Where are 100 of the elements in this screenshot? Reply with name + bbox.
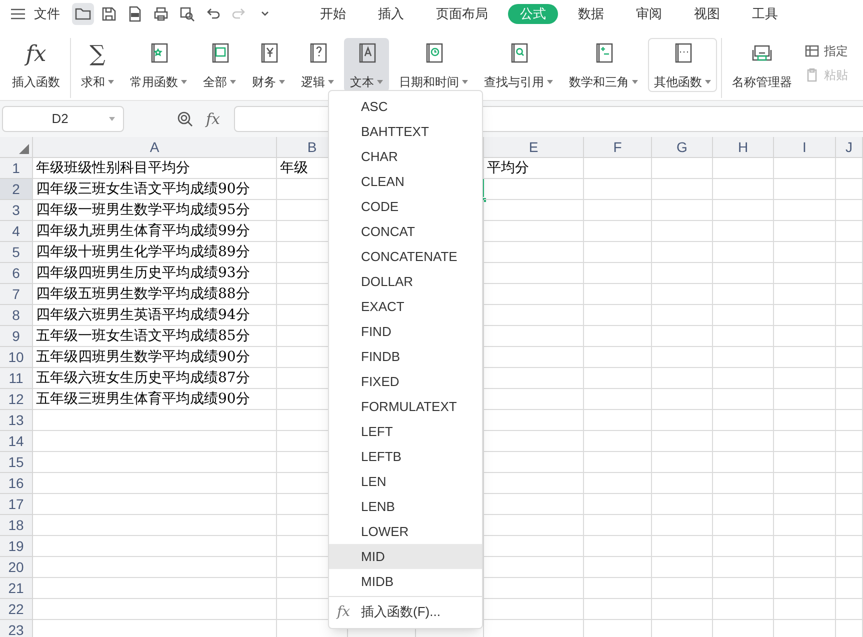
table-cell bbox=[774, 158, 836, 179]
table-cell bbox=[584, 452, 652, 473]
row-header[interactable]: 20 bbox=[0, 557, 33, 578]
table-cell bbox=[584, 347, 652, 368]
row-header[interactable]: 16 bbox=[0, 473, 33, 494]
menu-item[interactable]: CONCATENATE bbox=[329, 244, 482, 269]
zoom-icon[interactable] bbox=[176, 110, 194, 128]
function-icon: fx bbox=[337, 602, 361, 622]
row-header[interactable]: 2 bbox=[0, 179, 33, 200]
menu-item[interactable]: CODE bbox=[329, 194, 482, 219]
ribbon-button[interactable]: 文本 bbox=[344, 38, 389, 92]
table-cell bbox=[652, 389, 713, 410]
table-cell bbox=[584, 536, 652, 557]
table-cell bbox=[836, 221, 863, 242]
row-header[interactable]: 8 bbox=[0, 305, 33, 326]
table-cell bbox=[584, 284, 652, 305]
ribbon-small-button[interactable]: 指定 bbox=[804, 42, 848, 60]
table-cell bbox=[584, 242, 652, 263]
function-icon[interactable]: fx bbox=[206, 108, 220, 130]
column-header[interactable]: E bbox=[484, 137, 584, 158]
column-header[interactable]: J bbox=[836, 137, 863, 158]
menu-tab[interactable]: 页面布局 bbox=[424, 4, 500, 24]
table-cell: 四年级四班男生历史平均成绩93分 bbox=[33, 263, 277, 284]
ribbon-button[interactable]: ∑ 求和 bbox=[75, 38, 120, 92]
ribbon-button[interactable]: 全部 bbox=[197, 38, 242, 92]
menu-item[interactable]: LEFT bbox=[329, 419, 482, 444]
row-header[interactable]: 12 bbox=[0, 389, 33, 410]
menu-item[interactable]: FORMULATEXT bbox=[329, 394, 482, 419]
menu-item[interactable]: DOLLAR bbox=[329, 269, 482, 294]
ribbon-button[interactable]: 其他函数 bbox=[648, 38, 717, 92]
column-header[interactable]: F bbox=[584, 137, 652, 158]
row-header[interactable]: 13 bbox=[0, 410, 33, 431]
file-menu[interactable]: 文件 bbox=[34, 4, 60, 24]
column-header[interactable]: G bbox=[652, 137, 713, 158]
menu-tab[interactable]: 开始 bbox=[308, 4, 358, 24]
menu-item[interactable]: LOWER bbox=[329, 519, 482, 544]
row-header[interactable]: 9 bbox=[0, 326, 33, 347]
column-header[interactable]: H bbox=[713, 137, 774, 158]
ribbon-button[interactable]: 查找与引用 bbox=[478, 38, 559, 92]
menu-item[interactable]: ASC bbox=[329, 94, 482, 119]
ribbon-button[interactable]: 财务 bbox=[246, 38, 291, 92]
name-box[interactable]: D2 bbox=[2, 106, 124, 132]
menu-tab[interactable]: 数据 bbox=[566, 4, 616, 24]
table-cell bbox=[774, 536, 836, 557]
table-cell bbox=[584, 431, 652, 452]
menu-item[interactable]: FINDB bbox=[329, 344, 482, 369]
sheet-corner[interactable] bbox=[0, 137, 33, 158]
menu-item[interactable]: FIXED bbox=[329, 369, 482, 394]
column-header[interactable]: A bbox=[33, 137, 277, 158]
menu-item[interactable]: LEN bbox=[329, 469, 482, 494]
row-header[interactable]: 17 bbox=[0, 494, 33, 515]
folder-icon[interactable] bbox=[72, 3, 94, 25]
table-cell bbox=[584, 200, 652, 221]
menu-item[interactable]: FIND bbox=[329, 319, 482, 344]
ribbon-button[interactable]: fx 插入函数 bbox=[6, 38, 66, 92]
table-cell bbox=[713, 431, 774, 452]
row-header[interactable]: 10 bbox=[0, 347, 33, 368]
table-cell bbox=[836, 494, 863, 515]
table-cell bbox=[652, 515, 713, 536]
table-cell bbox=[774, 347, 836, 368]
column-header[interactable]: I bbox=[774, 137, 836, 158]
menu-tab[interactable]: 插入 bbox=[366, 4, 416, 24]
row-header[interactable]: 23 bbox=[0, 620, 33, 637]
table-cell bbox=[774, 578, 836, 599]
row-header[interactable]: 7 bbox=[0, 284, 33, 305]
row-header[interactable]: 21 bbox=[0, 578, 33, 599]
function-icon: ∑ bbox=[90, 42, 106, 68]
menu-tab[interactable]: 视图 bbox=[682, 4, 732, 24]
row-header[interactable]: 15 bbox=[0, 452, 33, 473]
menu-item[interactable]: MID bbox=[329, 544, 482, 569]
row-header[interactable]: 4 bbox=[0, 221, 33, 242]
menu-tab[interactable]: 工具 bbox=[740, 4, 790, 24]
row-header[interactable]: 1 bbox=[0, 158, 33, 179]
menu-item[interactable]: EXACT bbox=[329, 294, 482, 319]
row-header[interactable]: 6 bbox=[0, 263, 33, 284]
table-cell bbox=[774, 431, 836, 452]
menu-item[interactable]: 插入函数(F)... bbox=[361, 602, 440, 622]
menu-item[interactable]: LEFTB bbox=[329, 444, 482, 469]
menu-icon[interactable] bbox=[10, 8, 26, 20]
table-cell bbox=[652, 200, 713, 221]
row-header[interactable]: 19 bbox=[0, 536, 33, 557]
row-header[interactable]: 14 bbox=[0, 431, 33, 452]
ribbon-button[interactable]: 名称管理器 bbox=[726, 38, 798, 92]
table-cell bbox=[774, 179, 836, 200]
row-header[interactable]: 5 bbox=[0, 242, 33, 263]
menu-tab[interactable]: 审阅 bbox=[624, 4, 674, 24]
select-all-icon[interactable] bbox=[19, 144, 29, 154]
table-icon[interactable] bbox=[804, 43, 820, 59]
row-header[interactable]: 11 bbox=[0, 368, 33, 389]
ribbon-button[interactable]: 常用函数 bbox=[124, 38, 193, 92]
table-cell bbox=[584, 326, 652, 347]
table-cell bbox=[652, 326, 713, 347]
ribbon-button[interactable]: 数学和三角 bbox=[563, 38, 644, 92]
row-header[interactable]: 3 bbox=[0, 200, 33, 221]
row-header[interactable]: 18 bbox=[0, 515, 33, 536]
menu-item[interactable]: LENB bbox=[329, 494, 482, 519]
menu-item[interactable]: MIDB bbox=[329, 569, 482, 594]
row-header[interactable]: 22 bbox=[0, 599, 33, 620]
menu-item[interactable]: CONCAT bbox=[329, 219, 482, 244]
table-cell: 五年级三班男生体育平均成绩90分 bbox=[33, 389, 277, 410]
